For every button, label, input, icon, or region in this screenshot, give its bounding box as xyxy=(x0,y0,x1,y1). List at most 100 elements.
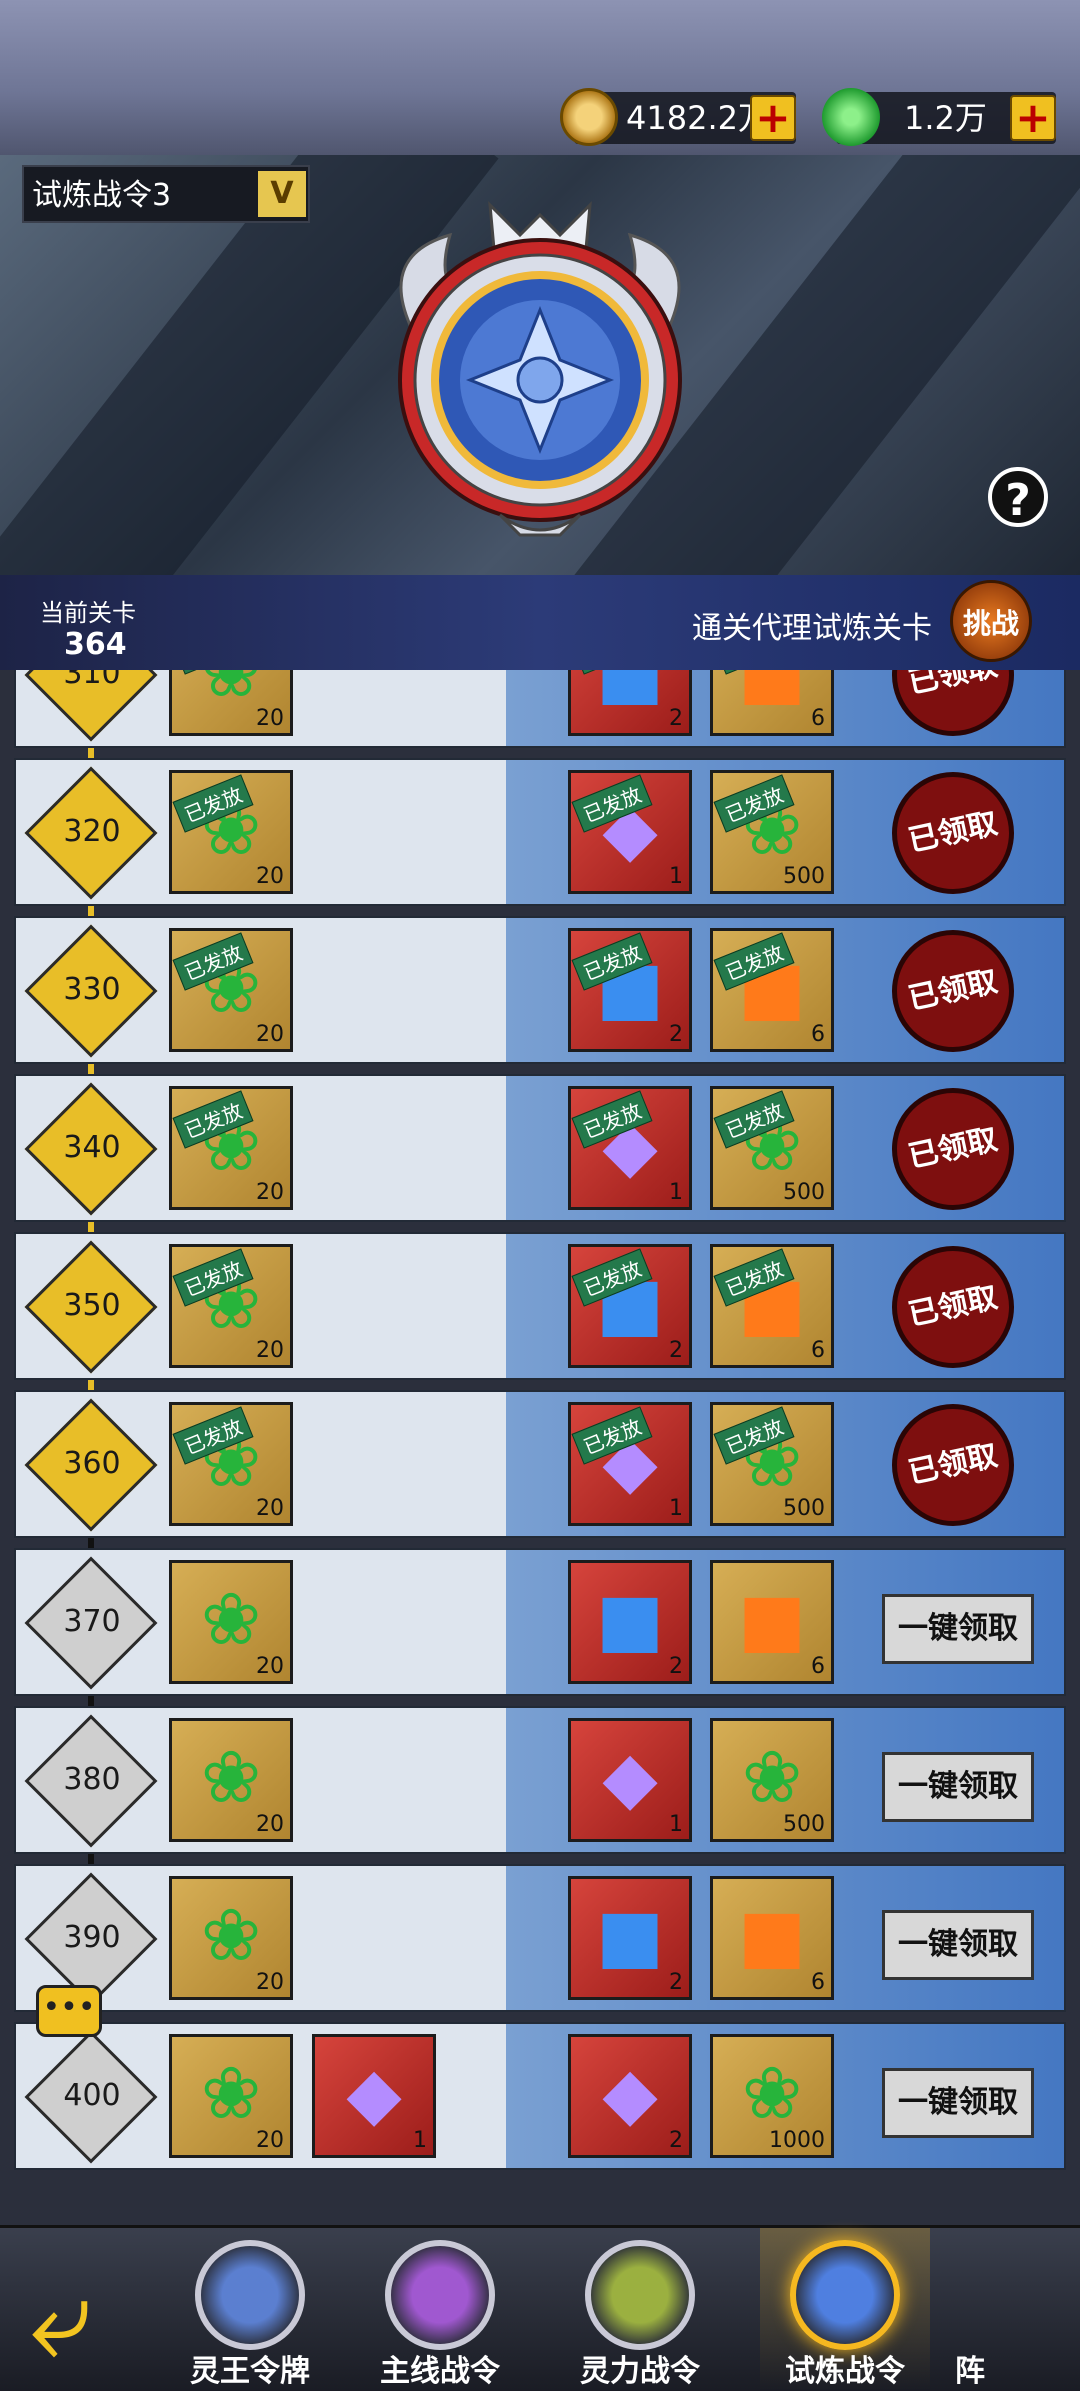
reward-item[interactable]: ❀ 20 xyxy=(169,1560,293,1684)
help-icon[interactable]: ? xyxy=(988,467,1048,527)
jade-icon: ❀ xyxy=(200,1577,262,1661)
reward-count: 500 xyxy=(783,1812,825,1837)
reward-item[interactable]: ◆ 1 xyxy=(312,2034,436,2158)
claim-all-button[interactable]: 一键领取 xyxy=(882,1910,1034,1980)
reward-item[interactable]: ❀ 1000 xyxy=(710,2034,834,2158)
reward-count: 6 xyxy=(811,706,825,731)
gem-icon: ◆ xyxy=(346,2051,402,2135)
level-number: 310 xyxy=(63,670,121,691)
current-stage-bar: 当前关卡 364 通关代理试炼关卡 挑战 xyxy=(0,575,1080,670)
nav-tab[interactable]: 阵 xyxy=(955,2228,995,2391)
reward-item[interactable]: ◆ 1 已发放 xyxy=(568,770,692,894)
level-number: 370 xyxy=(63,1604,121,1639)
reward-item[interactable]: ❀20已发放 xyxy=(169,1402,293,1526)
pass-selector-dropdown[interactable]: 试炼战令3 V xyxy=(22,165,310,223)
reward-item[interactable]: ❀ 20 xyxy=(169,2034,293,2158)
claim-all-button[interactable]: 一键领取 xyxy=(882,1752,1034,1822)
top-bar: 4182.2万 + 1.2万 + xyxy=(0,0,1080,155)
reward-item[interactable]: ■6已发放 xyxy=(710,1244,834,1368)
cube-blue-icon: ■ xyxy=(595,1893,665,1977)
reward-count: 20 xyxy=(256,706,284,731)
claim-all-button[interactable]: 一键领取 xyxy=(882,1594,1034,1664)
reward-item[interactable]: ❀ 20 xyxy=(169,1876,293,2000)
reward-item[interactable]: ■2已发放 xyxy=(568,670,692,736)
reward-item[interactable]: ■ 2 xyxy=(568,1560,692,1684)
reward-item[interactable]: ■6已发放 xyxy=(710,928,834,1052)
pass-emblem-icon xyxy=(195,2240,305,2350)
reward-row: ❀ 20 已发放 ◆ 1 已发放 ❀ 500 已发放 已领取 xyxy=(14,1074,1066,1222)
reward-count: 500 xyxy=(783,1496,825,1521)
current-stage-label: 当前关卡 xyxy=(40,599,136,627)
reward-row: ❀ 20 ◆ 1 ❀ 500 一键领取 xyxy=(14,1706,1066,1854)
reward-item[interactable]: ■2已发放 xyxy=(568,1244,692,1368)
reward-item[interactable]: ◆ 1 xyxy=(568,1718,692,1842)
challenge-button[interactable]: 挑战 xyxy=(950,580,1032,662)
reward-item[interactable]: ■ 2 xyxy=(568,1876,692,2000)
reward-count: 6 xyxy=(811,1338,825,1363)
reward-item[interactable]: ◆ 1 已发放 xyxy=(568,1086,692,1210)
gold-currency: 4182.2万 + xyxy=(560,88,796,146)
level-number: 390 xyxy=(63,1920,121,1955)
reward-item[interactable]: ❀ 500 xyxy=(710,1718,834,1842)
reward-count: 2 xyxy=(669,2128,683,2153)
reward-row: ❀20已发放■2已发放■6已发放已领取 xyxy=(14,916,1066,1064)
reward-item[interactable]: ❀20已发放 xyxy=(169,1086,293,1210)
level-number: 380 xyxy=(63,1762,121,1797)
reward-count: 20 xyxy=(256,1812,284,1837)
gem-icon: ◆ xyxy=(602,2051,658,2135)
reward-row: ❀20已发放■2已发放■6已发放已领取 xyxy=(14,1232,1066,1380)
reward-count: 2 xyxy=(669,706,683,731)
reward-item[interactable]: ❀ 500 已发放 xyxy=(710,770,834,894)
jade-currency: 1.2万 + xyxy=(822,88,1056,146)
reward-item[interactable]: ■ 6 xyxy=(710,1876,834,2000)
reward-item[interactable]: ■ 6 xyxy=(710,1560,834,1684)
reward-item[interactable]: ■2已发放 xyxy=(568,928,692,1052)
reward-item[interactable]: ❀ 20 xyxy=(169,1718,293,1842)
reward-count: 1000 xyxy=(769,2128,825,2153)
add-jade-button[interactable]: + xyxy=(1010,95,1056,141)
chat-icon[interactable]: ••• xyxy=(36,1985,102,2037)
chevron-down-icon[interactable]: V xyxy=(258,171,306,217)
level-number: 320 xyxy=(63,814,121,849)
reward-row: ❀20已发放■2已发放■6已发放已领取 xyxy=(14,670,1066,748)
reward-row: ❀ 20 ■ 2 ■ 6 一键领取 xyxy=(14,1864,1066,2012)
nav-tab[interactable]: 主线战令 xyxy=(355,2228,525,2391)
level-number: 360 xyxy=(63,1446,121,1481)
reward-count: 2 xyxy=(669,1338,683,1363)
reward-count: 6 xyxy=(811,1654,825,1679)
reward-item[interactable]: ■6已发放 xyxy=(710,670,834,736)
reward-list[interactable]: ❀20已发放■2已发放■6已发放已领取310❀20已发放◆1已发放❀500已发放… xyxy=(0,670,1080,2225)
coin-icon xyxy=(560,88,618,146)
nav-tab-label: 试炼战令 xyxy=(785,2354,905,2389)
reward-item[interactable]: ❀20已发放 xyxy=(169,928,293,1052)
level-number: 350 xyxy=(63,1288,121,1323)
reward-item[interactable]: ◆ 2 xyxy=(568,2034,692,2158)
claim-all-button[interactable]: 一键领取 xyxy=(882,2068,1034,2138)
gold-amount: 4182.2万 xyxy=(626,99,770,137)
nav-tab[interactable]: 试炼战令 xyxy=(760,2228,930,2391)
nav-tab[interactable]: 灵王令牌 xyxy=(165,2228,335,2391)
jade-icon: ❀ xyxy=(200,1893,262,1977)
back-arrow-icon[interactable]: ⤶ xyxy=(30,2263,150,2373)
level-number: 340 xyxy=(63,1130,121,1165)
level-number: 330 xyxy=(63,972,121,1007)
jade-icon xyxy=(822,88,880,146)
add-gold-button[interactable]: + xyxy=(750,95,796,141)
nav-tab[interactable]: 灵力战令 xyxy=(555,2228,725,2391)
pass-emblem-icon xyxy=(385,2240,495,2350)
reward-item[interactable]: ❀20已发放 xyxy=(169,770,293,894)
reward-count: 20 xyxy=(256,864,284,889)
challenge-description: 通关代理试炼关卡 xyxy=(692,611,932,646)
reward-count: 2 xyxy=(669,1654,683,1679)
reward-item[interactable]: ◆ 1 已发放 xyxy=(568,1402,692,1526)
pass-selector-label: 试炼战令3 xyxy=(32,178,172,213)
reward-item[interactable]: ❀20已发放 xyxy=(169,1244,293,1368)
reward-count: 1 xyxy=(669,864,683,889)
reward-item[interactable]: ❀ 500 已发放 xyxy=(710,1086,834,1210)
jade-icon: ❀ xyxy=(741,1735,803,1819)
reward-item[interactable]: ❀20已发放 xyxy=(169,670,293,736)
reward-count: 1 xyxy=(413,2128,427,2153)
nav-tab-label: 灵力战令 xyxy=(580,2354,700,2389)
reward-item[interactable]: ❀ 500 已发放 xyxy=(710,1402,834,1526)
nav-tab-label: 阵 xyxy=(955,2354,985,2389)
